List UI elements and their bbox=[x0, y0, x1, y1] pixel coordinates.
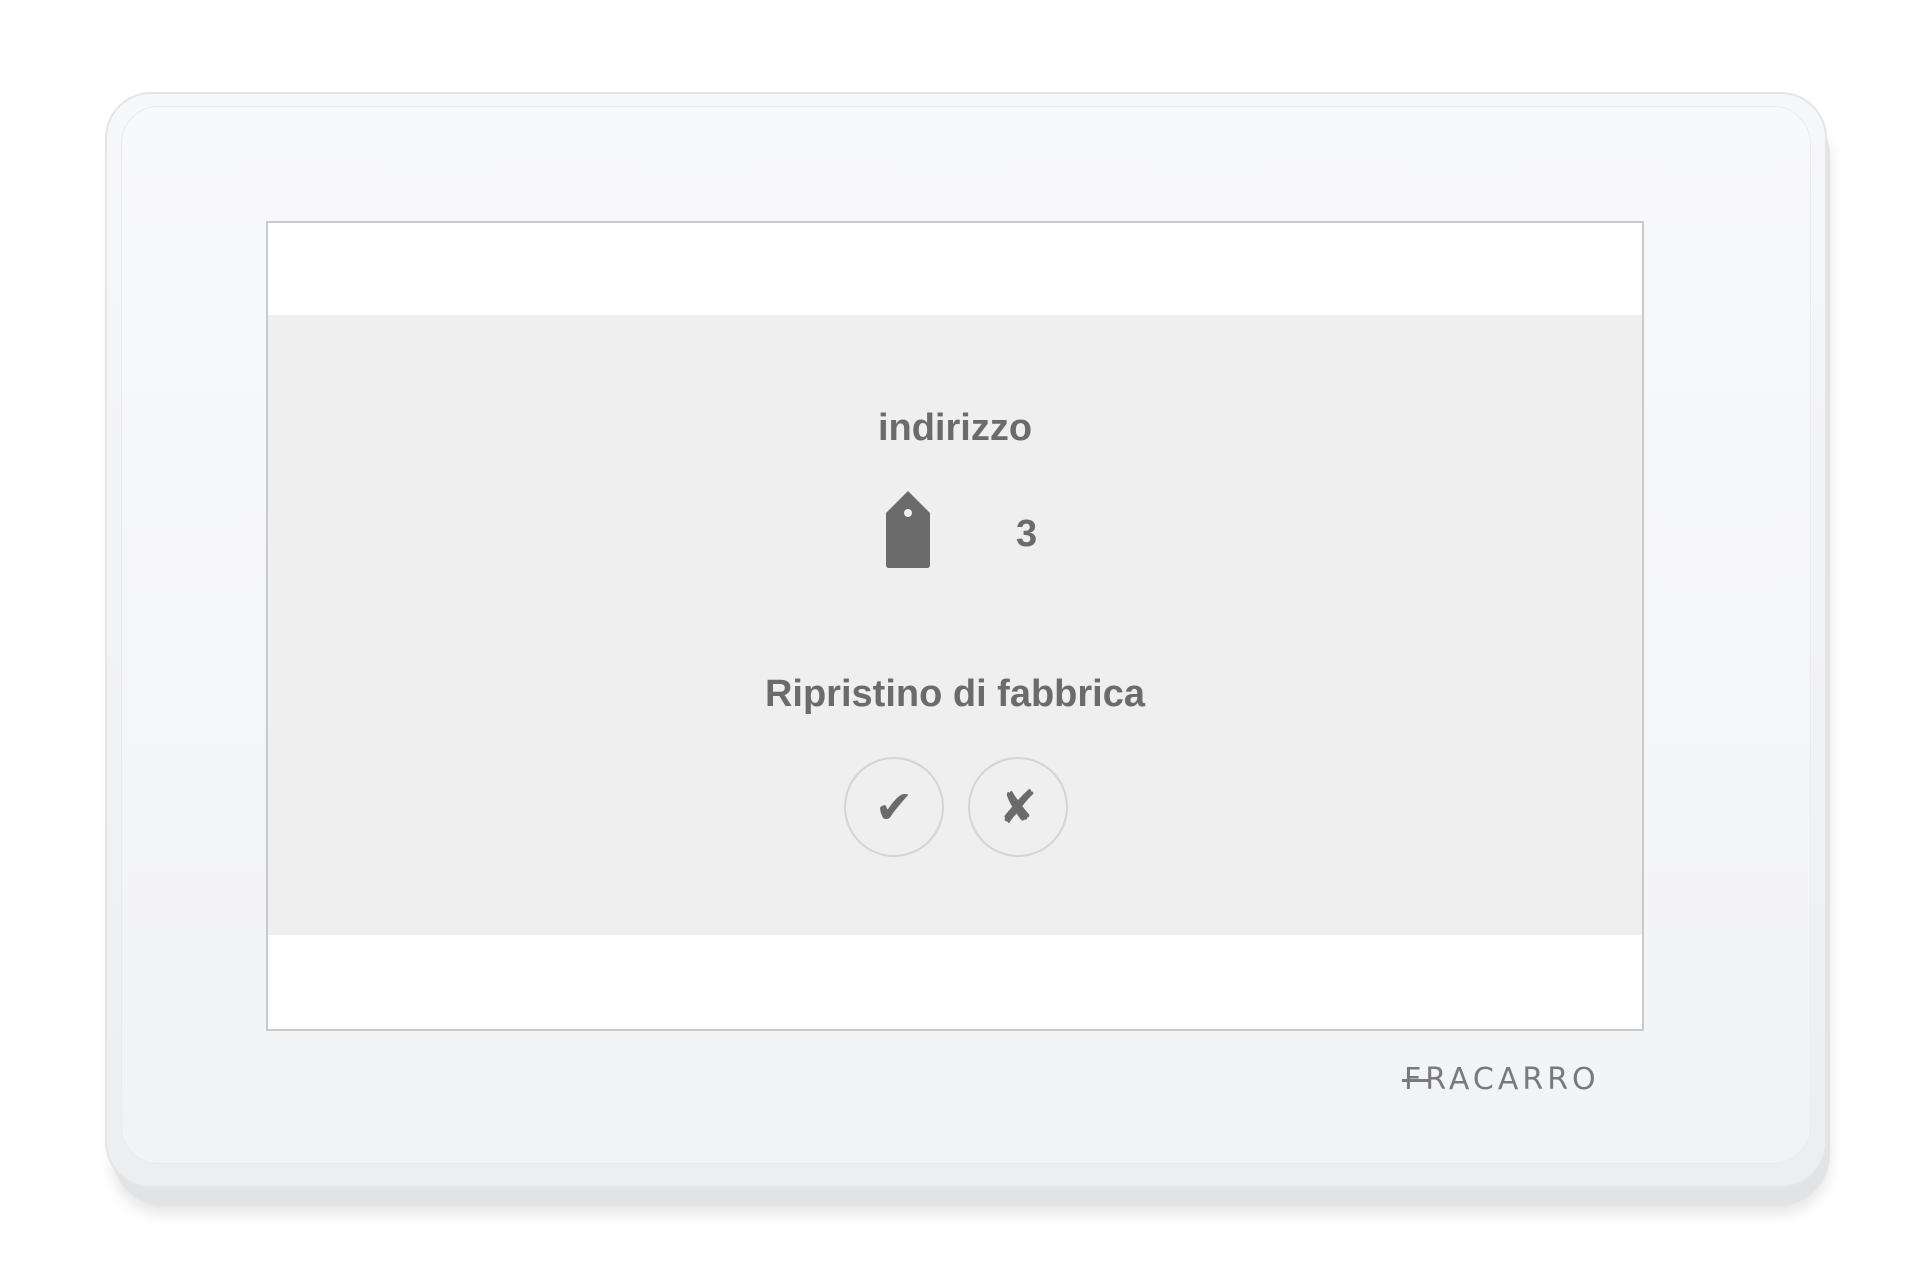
address-label: indirizzo bbox=[877, 407, 1033, 449]
tag-icon bbox=[886, 491, 930, 568]
factory-reset-label: Ripristino di fabbrica bbox=[764, 673, 1146, 715]
touch-screen: indirizzo 3 Ripristino di fabbrica ✔ ✘ bbox=[266, 221, 1644, 1031]
brand-logo: FRACARRO bbox=[1404, 1062, 1600, 1097]
address-value: 3 bbox=[1016, 513, 1038, 555]
cancel-button[interactable]: ✘ bbox=[968, 757, 1068, 857]
check-icon: ✔ bbox=[874, 780, 914, 834]
confirm-button[interactable]: ✔ bbox=[844, 757, 944, 857]
cross-icon: ✘ bbox=[998, 780, 1038, 834]
address-row: 3 bbox=[268, 491, 1642, 575]
dialog-panel: indirizzo 3 Ripristino di fabbrica ✔ ✘ bbox=[268, 315, 1642, 935]
